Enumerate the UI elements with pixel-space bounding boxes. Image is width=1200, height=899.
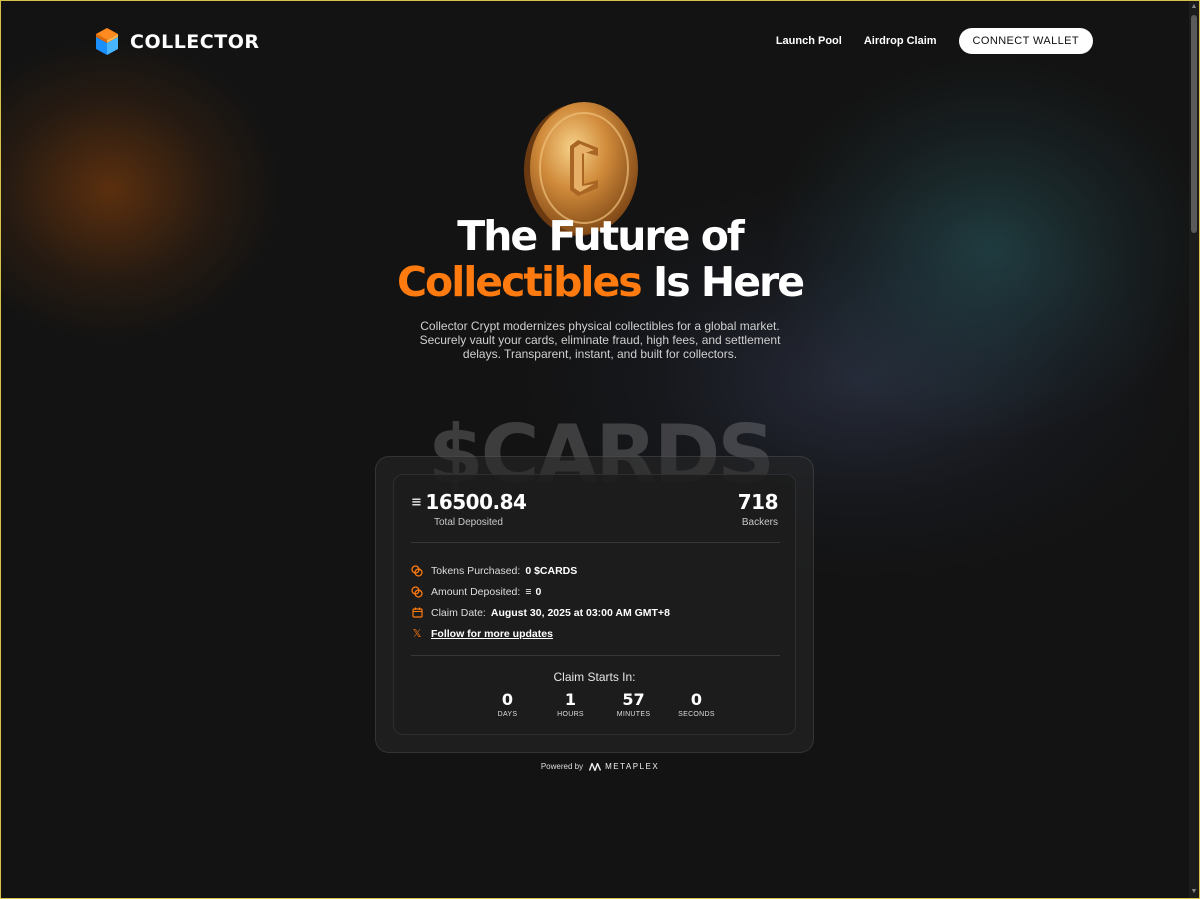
hero-headline: The Future of Collectibles Is Here xyxy=(0,213,1200,305)
pool-info-list: Tokens Purchased: 0 $CARDS Amount Deposi… xyxy=(411,560,670,644)
headline-rest: Is Here xyxy=(640,258,805,306)
tokens-purchased-row: Tokens Purchased: 0 $CARDS xyxy=(411,560,670,581)
logo-mark-icon xyxy=(96,28,118,55)
backers-label: Backers xyxy=(741,517,778,528)
backers-stat: 718 Backers xyxy=(737,490,779,528)
card-divider-top xyxy=(411,542,780,543)
amount-deposited-value: 0 xyxy=(535,585,542,598)
logo-text: COLLECTOR xyxy=(130,30,260,53)
logo[interactable]: COLLECTOR xyxy=(96,28,259,55)
follow-updates-link[interactable]: Follow for more updates xyxy=(431,628,553,640)
coins-icon xyxy=(411,564,423,577)
claim-date-label: Claim Date: xyxy=(431,606,486,619)
total-deposited-stat: ≡ 16500.84 Total Deposited xyxy=(411,490,527,528)
page-scrollbar[interactable]: ▲ ▼ xyxy=(1189,1,1199,898)
countdown: 0 DAYS 1 HOURS 57 MINUTES 0 SECONDS xyxy=(476,690,728,718)
claim-date-row: Claim Date: August 30, 2025 at 03:00 AM … xyxy=(411,602,670,623)
headline-line-2: Collectibles Is Here xyxy=(0,259,1200,305)
amount-deposited-value-wrap: ≡ 0 xyxy=(525,586,541,598)
tokens-purchased-label: Tokens Purchased: xyxy=(431,564,521,577)
countdown-hours-value: 1 xyxy=(564,690,577,709)
countdown-days: 0 DAYS xyxy=(476,690,539,718)
total-deposited-label: Total Deposited xyxy=(434,517,503,528)
headline-line-1: The Future of xyxy=(457,212,744,260)
nav-launch-pool[interactable]: Launch Pool xyxy=(776,35,842,47)
backers-value: 718 xyxy=(737,490,779,514)
countdown-title: Claim Starts In: xyxy=(553,670,636,684)
powered-by: Powered by METAPLEX xyxy=(0,762,1200,771)
tokens-purchased-value: 0 $CARDS xyxy=(525,564,578,577)
countdown-minutes-value: 57 xyxy=(622,690,645,709)
scroll-up-icon[interactable]: ▲ xyxy=(1189,1,1199,13)
hero-subtitle: Collector Crypt modernizes physical coll… xyxy=(419,319,781,361)
countdown-days-label: DAYS xyxy=(497,711,518,718)
coins-icon xyxy=(411,585,423,598)
countdown-hours: 1 HOURS xyxy=(539,690,602,718)
calendar-icon xyxy=(411,607,423,619)
card-divider-bottom xyxy=(411,655,780,656)
scroll-down-icon[interactable]: ▼ xyxy=(1189,886,1199,898)
follow-row: 𝕏 Follow for more updates xyxy=(411,623,670,644)
metaplex-icon xyxy=(589,762,602,771)
headline-accent: Collectibles xyxy=(396,258,643,306)
countdown-minutes: 57 MINUTES xyxy=(602,690,665,718)
total-deposited-value: 16500.84 xyxy=(425,490,527,514)
amount-deposited-label: Amount Deposited: xyxy=(431,585,521,598)
connect-wallet-button[interactable]: CONNECT WALLET xyxy=(958,28,1093,54)
metaplex-link[interactable]: METAPLEX xyxy=(589,762,659,771)
amount-deposited-row: Amount Deposited: ≡ 0 xyxy=(411,581,670,602)
countdown-seconds: 0 SECONDS xyxy=(665,690,728,718)
solana-icon: ≡ xyxy=(525,585,532,598)
countdown-minutes-label: MINUTES xyxy=(616,711,651,718)
countdown-seconds-label: SECONDS xyxy=(678,711,715,718)
metaplex-label: METAPLEX xyxy=(605,762,660,771)
claim-date-value: August 30, 2025 at 03:00 AM GMT+8 xyxy=(490,606,670,619)
x-icon: 𝕏 xyxy=(412,628,422,640)
powered-by-label: Powered by xyxy=(540,762,584,771)
top-nav: Launch Pool Airdrop Claim CONNECT WALLET xyxy=(776,28,1093,54)
nav-airdrop-claim[interactable]: Airdrop Claim xyxy=(864,35,937,47)
countdown-days-value: 0 xyxy=(501,690,514,709)
scroll-thumb[interactable] xyxy=(1191,15,1197,233)
solana-icon: ≡ xyxy=(411,494,422,510)
countdown-seconds-value: 0 xyxy=(690,690,703,709)
countdown-hours-label: HOURS xyxy=(557,711,584,718)
